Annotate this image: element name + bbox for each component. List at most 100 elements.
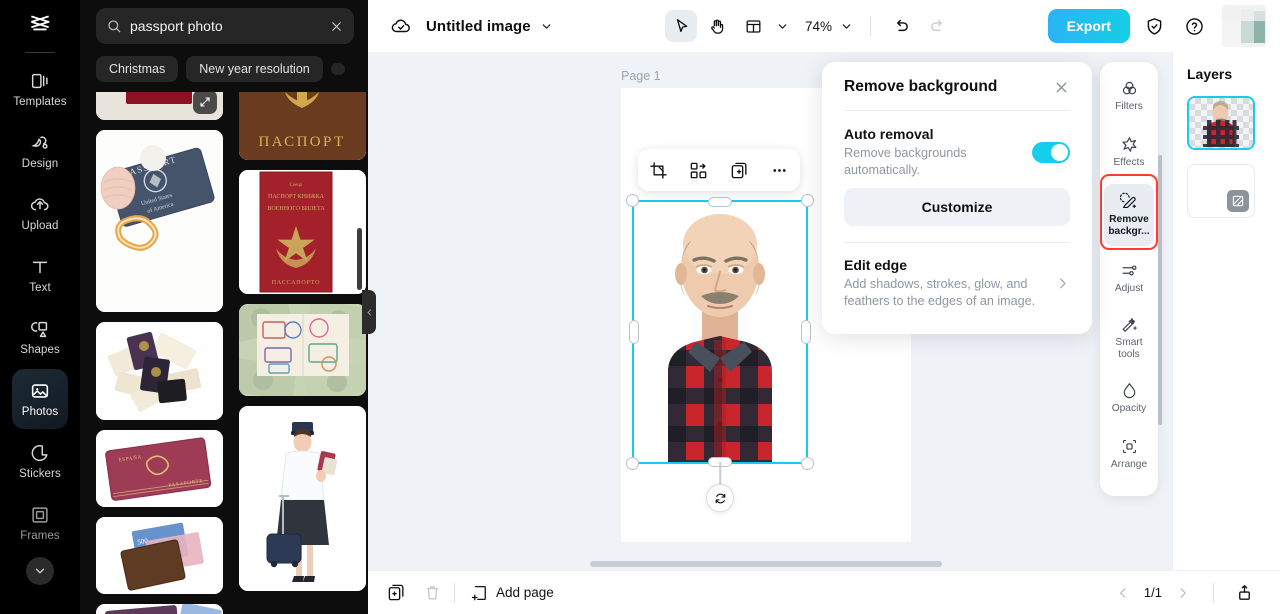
rotate-icon[interactable]	[706, 484, 734, 512]
photo-thumb[interactable]: EUROPEA	[96, 604, 223, 614]
divider	[844, 110, 1070, 111]
zoom-level[interactable]: 74%	[805, 19, 832, 34]
hand-tool[interactable]	[701, 10, 733, 42]
dock-item-label: Arrange	[1110, 459, 1148, 471]
dock-item-label: Adjust	[1114, 283, 1144, 295]
image-selection-box[interactable]	[626, 194, 814, 512]
photo-thumb[interactable]	[239, 304, 366, 396]
replace-tool[interactable]	[685, 156, 713, 184]
photo-column-left: PASSPORT United States of America	[96, 92, 223, 614]
tag-chip[interactable]: New year resolution	[186, 56, 323, 82]
canvas-horizontal-scrollbar[interactable]	[590, 561, 942, 567]
dock-item-arrange[interactable]: Arrange	[1104, 430, 1154, 478]
dock-scrollbar[interactable]	[1158, 155, 1162, 425]
chevron-right-icon[interactable]	[1055, 276, 1070, 291]
left-rail: Templates Design Upload Text Shapes Phot…	[0, 0, 80, 614]
cloud-saved-icon[interactable]	[390, 15, 412, 37]
sidebar-item-label: Frames	[20, 530, 60, 542]
close-icon[interactable]	[1053, 79, 1070, 96]
resize-handle-right[interactable]	[801, 320, 811, 344]
trash-icon[interactable]	[418, 579, 446, 607]
chevron-down-icon[interactable]	[540, 20, 553, 33]
undo-icon[interactable]	[885, 10, 917, 42]
resize-handle-left[interactable]	[629, 320, 639, 344]
dock-item-opacity[interactable]: Opacity	[1104, 374, 1154, 422]
shield-check-icon[interactable]	[1138, 10, 1170, 42]
photo-thumb[interactable]: PASSPORT United States of America	[96, 130, 223, 312]
photo-thumb[interactable]	[96, 322, 223, 420]
tag-chip-partial[interactable]	[330, 63, 345, 75]
resize-handle-top-right[interactable]	[801, 194, 814, 207]
customize-button[interactable]: Customize	[844, 188, 1070, 227]
duplicate-tool[interactable]	[725, 156, 753, 184]
photo-column-right: ПАСПОРТ Ceeqn ПАСПОРТ КНИЖКА ВОЕННОГО БИ…	[239, 92, 366, 601]
zoom-caret-chevron-down-icon[interactable]	[836, 10, 856, 42]
layers-panel: Layers	[1172, 52, 1280, 570]
panel-collapse-chevron-left-icon[interactable]	[362, 290, 376, 334]
select-tool[interactable]	[665, 10, 697, 42]
redo-icon[interactable]	[921, 10, 953, 42]
sidebar-item-upload[interactable]: Upload	[12, 183, 68, 243]
sidebar-item-shapes[interactable]: Shapes	[12, 307, 68, 367]
export-button[interactable]: Export	[1047, 9, 1130, 43]
chevron-left-icon[interactable]	[1116, 586, 1130, 600]
svg-text:ВОЕННОГО БИЛЕТА: ВОЕННОГО БИЛЕТА	[267, 206, 325, 212]
photo-thumb[interactable]: ПАСПОРТ	[239, 92, 366, 160]
duplicate-page-icon[interactable]	[382, 579, 410, 607]
sidebar-item-design[interactable]: Design	[12, 121, 68, 181]
sidebar-item-frames[interactable]: Frames	[12, 493, 68, 553]
dock-item-remove-background[interactable]: Remove backgr...	[1104, 184, 1154, 246]
dock-item-smart-tools[interactable]: Smart tools	[1104, 310, 1154, 366]
layer-item-background[interactable]	[1187, 164, 1255, 218]
chevron-down-icon[interactable]	[26, 557, 54, 585]
sidebar-item-photos[interactable]: Photos	[12, 369, 68, 429]
resize-handle-top[interactable]	[708, 197, 732, 207]
layer-item-portrait[interactable]	[1187, 96, 1255, 150]
add-page-label: Add page	[496, 585, 554, 600]
document-title[interactable]: Untitled image	[426, 18, 531, 35]
layout-caret-chevron-down-icon[interactable]	[773, 10, 791, 42]
layout-tool[interactable]	[737, 10, 769, 42]
edit-edge-description: Add shadows, strokes, glow, and feathers…	[844, 277, 1036, 309]
portrait-photo[interactable]	[634, 202, 806, 462]
chevron-right-icon[interactable]	[1176, 586, 1190, 600]
photo-thumb[interactable]	[96, 92, 223, 120]
auto-removal-toggle[interactable]	[1032, 142, 1070, 163]
dock-item-filters[interactable]: Filters	[1104, 72, 1154, 120]
photo-thumb[interactable]: Ceeqn ПАСПОРТ КНИЖКА ВОЕННОГО БИЛЕТА ПАС…	[239, 170, 366, 294]
panel-title: Remove background	[844, 78, 998, 95]
help-circle-icon[interactable]	[1178, 10, 1210, 42]
expand-icon[interactable]	[193, 92, 217, 114]
photo-thumb[interactable]	[239, 406, 366, 591]
capcut-logo-icon[interactable]	[0, 0, 80, 48]
bottom-divider	[454, 582, 455, 603]
crop-tool[interactable]	[644, 156, 672, 184]
close-icon[interactable]	[329, 19, 344, 34]
svg-text:ПАССАПОРТО: ПАССАПОРТО	[272, 280, 320, 286]
dock-item-label: Remove backgr...	[1108, 214, 1150, 237]
export-up-icon[interactable]	[1230, 579, 1258, 607]
search-input[interactable]	[130, 18, 321, 34]
auto-removal-row: Auto removal Remove backgrounds automati…	[844, 126, 1070, 178]
edit-edge-row[interactable]: Edit edge Add shadows, strokes, glow, an…	[844, 257, 1070, 309]
resize-handle-bottom-left[interactable]	[626, 457, 639, 470]
sidebar-item-templates[interactable]: Templates	[12, 59, 68, 119]
resize-handle-bottom-right[interactable]	[801, 457, 814, 470]
panel-scrollbar[interactable]	[357, 228, 362, 290]
dock-item-effects[interactable]: Effects	[1104, 128, 1154, 176]
resize-handle-top-left[interactable]	[626, 194, 639, 207]
avatar[interactable]	[1222, 5, 1266, 47]
sidebar-item-stickers[interactable]: Stickers	[12, 431, 68, 491]
dock-item-adjust[interactable]: Adjust	[1104, 254, 1154, 302]
image-floating-toolbar	[638, 149, 800, 191]
more-horizontal-icon[interactable]	[766, 156, 794, 184]
image-tools-dock: Filters Effects Remove backgr... Adjust	[1100, 62, 1158, 496]
auto-removal-title: Auto removal	[844, 126, 934, 142]
search-bar[interactable]	[96, 8, 354, 44]
tag-chip[interactable]: Christmas	[96, 56, 179, 82]
photo-thumb[interactable]: ESPAÑA PASAPORTE	[96, 430, 223, 507]
add-page-button[interactable]: Add page	[471, 584, 554, 602]
sidebar-item-text[interactable]: Text	[12, 245, 68, 305]
photo-thumb[interactable]: 500 100 100	[96, 517, 223, 594]
edit-edge-text: Edit edge Add shadows, strokes, glow, an…	[844, 257, 1055, 309]
